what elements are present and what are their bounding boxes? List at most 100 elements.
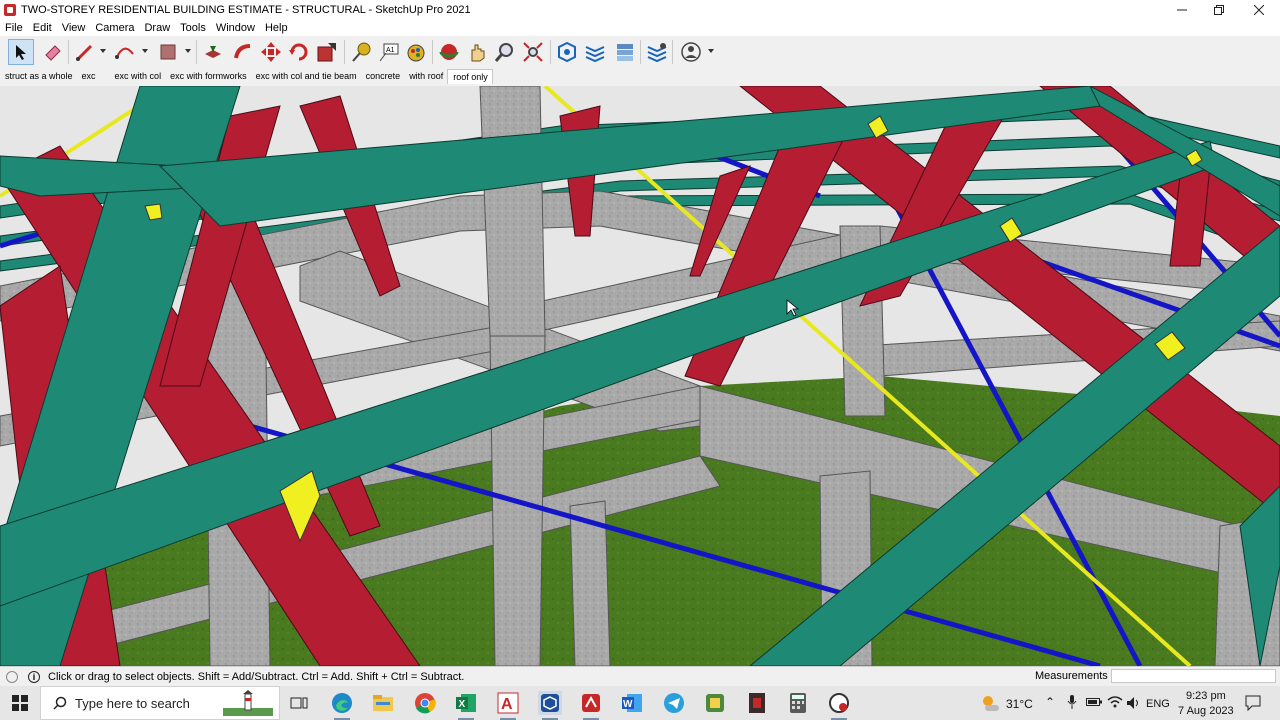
scene-tab-exc-with-formworks[interactable]: exc with formworks [165, 68, 251, 84]
search-placeholder: Type here to search [75, 695, 190, 711]
extension-warehouse-icon[interactable] [582, 39, 608, 65]
windows-taskbar: Type here to search X A W 31°C ⌃ ENG 9:2… [0, 686, 1280, 720]
video-icon[interactable] [745, 691, 769, 715]
sketchup-logo-icon [4, 4, 16, 16]
window-title: TWO-STOREY RESIDENTIAL BUILDING ESTIMATE… [21, 4, 471, 16]
chevron-down-icon[interactable] [185, 49, 191, 53]
scene-tabs: struct as a whole exc exc with col exc w… [0, 68, 1280, 84]
language-indicator[interactable]: ENG [1146, 698, 1170, 710]
push-pull-icon[interactable] [200, 39, 226, 65]
pan-icon[interactable] [464, 39, 490, 65]
edge-icon[interactable] [330, 691, 354, 720]
status-hint: Click or drag to select objects. Shift =… [48, 670, 465, 683]
menu-edit[interactable]: Edit [28, 20, 57, 36]
line-icon[interactable] [72, 39, 98, 65]
wifi-icon[interactable] [1107, 695, 1123, 712]
chevron-down-icon[interactable] [142, 49, 148, 53]
menu-help[interactable]: Help [260, 20, 293, 36]
title-bar: TWO-STOREY RESIDENTIAL BUILDING ESTIMATE… [0, 0, 1280, 20]
restore-icon[interactable] [1199, 0, 1239, 20]
chevron-up-icon[interactable]: ⌃ [1045, 695, 1055, 709]
scale-icon[interactable] [314, 39, 340, 65]
chevron-down-icon[interactable] [708, 49, 714, 53]
svg-text:A: A [501, 696, 513, 713]
sketchup-icon[interactable] [538, 691, 562, 720]
lighthouse-icon [223, 690, 273, 716]
weather-temperature: 31°C [1006, 697, 1033, 711]
shape-icon[interactable] [155, 39, 181, 65]
file-explorer-icon[interactable] [371, 691, 395, 715]
eraser-icon[interactable] [40, 39, 66, 65]
extension-manager-icon[interactable] [644, 39, 670, 65]
scene-tab-exc[interactable]: exc [77, 68, 100, 84]
model-viewport[interactable] [0, 86, 1280, 666]
search-icon [53, 696, 67, 710]
move-icon[interactable] [258, 39, 284, 65]
text-icon[interactable]: A1 [376, 39, 402, 65]
geo-location-icon[interactable] [6, 670, 18, 683]
menu-window[interactable]: Window [211, 20, 260, 36]
chrome-icon[interactable] [413, 691, 437, 715]
account-icon[interactable] [678, 39, 704, 65]
clock-time[interactable]: 9:23 pm [1186, 690, 1226, 702]
toolbar-separator [640, 40, 641, 64]
scene-tab-struct-as-a-whole[interactable]: struct as a whole [0, 68, 77, 84]
sketchup-layout-icon[interactable] [579, 691, 603, 720]
notification-icon[interactable] [1245, 695, 1261, 714]
clock-date[interactable]: 7 Aug 2023 [1178, 705, 1234, 717]
close-icon[interactable] [1239, 0, 1279, 20]
status-bar: i Click or drag to select objects. Shift… [0, 666, 1280, 686]
scene-tab-concrete[interactable]: concrete [361, 68, 405, 84]
measurements-input[interactable] [1111, 669, 1276, 683]
orbit-icon[interactable] [436, 39, 462, 65]
app-icon[interactable] [703, 691, 727, 715]
taskbar-search-box[interactable]: Type here to search [40, 686, 280, 720]
menu-draw[interactable]: Draw [139, 20, 175, 36]
toolbar-separator [672, 40, 673, 64]
excel-icon[interactable]: X [454, 691, 478, 720]
scene-tab-exc-with-col[interactable]: exc with col [110, 68, 166, 84]
toolbar-separator [68, 40, 69, 64]
autocad-icon[interactable]: A [496, 691, 520, 720]
measurements-label: Measurements [1035, 670, 1108, 682]
volume-icon[interactable] [1126, 696, 1142, 713]
info-icon[interactable]: i [28, 670, 40, 683]
menu-file[interactable]: File [0, 20, 28, 36]
windows-start-icon[interactable] [8, 691, 32, 715]
zoom-extents-icon[interactable] [520, 39, 546, 65]
tape-measure-icon[interactable] [348, 39, 374, 65]
menu-tools[interactable]: Tools [175, 20, 211, 36]
scene-tab-exc-with-col-and-tie-beam[interactable]: exc with col and tie beam [251, 68, 361, 84]
word-icon[interactable]: W [620, 691, 644, 715]
menu-camera[interactable]: Camera [90, 20, 139, 36]
svg-text:A1: A1 [386, 47, 395, 54]
select-icon[interactable] [8, 39, 34, 65]
rotate-icon[interactable] [286, 39, 312, 65]
structural-model-drawing [0, 86, 1280, 666]
calculator-icon[interactable] [786, 691, 810, 715]
layout-icon[interactable] [612, 39, 638, 65]
chevron-down-icon[interactable] [100, 49, 106, 53]
scene-tab-roof-only[interactable]: roof only [447, 68, 493, 84]
screen-recorder-icon[interactable] [827, 691, 851, 720]
toolbar-separator [344, 40, 345, 64]
main-toolbar: A1 [0, 36, 1280, 68]
zoom-icon[interactable] [492, 39, 518, 65]
battery-icon[interactable] [1086, 697, 1102, 710]
microphone-icon[interactable] [1067, 695, 1077, 712]
paint-bucket-icon[interactable] [402, 39, 428, 65]
scene-tab-with-roof[interactable]: with roof [404, 68, 447, 84]
toolbar-separator [432, 40, 433, 64]
toolbar-separator [550, 40, 551, 64]
arc-icon[interactable] [112, 39, 138, 65]
svg-text:W: W [623, 699, 633, 710]
toolbar-separator [196, 40, 197, 64]
menu-view[interactable]: View [57, 20, 91, 36]
menu-bar: File Edit View Camera Draw Tools Window … [0, 20, 1280, 36]
weather-icon[interactable] [978, 691, 1002, 715]
warehouse-icon[interactable] [554, 39, 580, 65]
task-view-icon[interactable] [287, 691, 311, 715]
follow-me-icon[interactable] [230, 39, 256, 65]
telegram-icon[interactable] [662, 691, 686, 715]
minimize-icon[interactable] [1162, 0, 1202, 20]
